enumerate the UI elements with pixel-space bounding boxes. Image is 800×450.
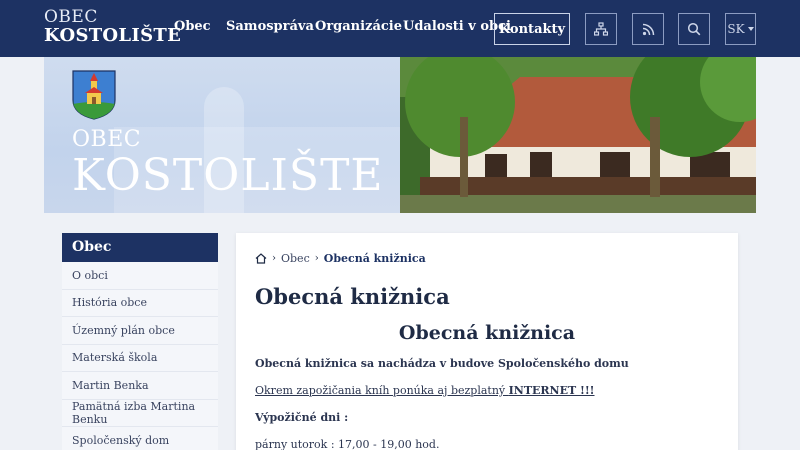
- home-icon[interactable]: [255, 253, 267, 264]
- hero-title-large: KOSTOLIŠTE: [72, 150, 384, 201]
- breadcrumb-separator-icon: ›: [272, 253, 276, 264]
- library-location-text: Obecná knižnica sa nachádza v budove Spo…: [255, 357, 629, 370]
- internet-offer-emphasis: INTERNET !!!: [508, 384, 595, 397]
- language-select[interactable]: SK: [725, 13, 756, 45]
- internet-offer-text: Okrem zapožičania kníh ponúka aj bezplat…: [255, 384, 595, 397]
- sidebar-item-martin-benka[interactable]: Martin Benka: [62, 372, 218, 400]
- lending-days-label: Výpožičné dni :: [255, 411, 349, 424]
- content-heading: Obecná knižnica: [398, 322, 576, 344]
- search-button[interactable]: [678, 13, 710, 45]
- sitemap-icon: [594, 22, 608, 36]
- sidebar-item-spolocensky-dom[interactable]: Spoločenský dom: [62, 427, 218, 450]
- coat-of-arms-icon: [72, 70, 116, 120]
- nav-samosprava[interactable]: Samospráva: [226, 19, 314, 34]
- sidebar-item-pamatna-izba[interactable]: Pamätná izba Martina Benku: [62, 399, 218, 427]
- top-navigation-bar: OBEC KOSTOLIŠTE Obec Samospráva Organizá…: [0, 0, 800, 57]
- search-icon: [687, 22, 701, 36]
- content-card: › Obec › Obecná knižnica Obecná knižnica…: [236, 233, 738, 450]
- internet-offer-lead: Okrem zapožičania kníh ponúka aj bezplat…: [255, 384, 509, 397]
- hero-title-small: OBEC: [72, 127, 142, 152]
- lending-hours-text: párny utorok : 17,00 - 19,00 hod.: [255, 438, 440, 450]
- language-value: SK: [727, 22, 745, 36]
- logo-line-1: OBEC: [44, 7, 98, 27]
- chevron-down-icon: [747, 27, 754, 31]
- breadcrumb: › Obec › Obecná knižnica: [255, 252, 426, 265]
- sidebar-item-historia-obce[interactable]: História obce: [62, 289, 218, 317]
- breadcrumb-separator-icon: ›: [314, 253, 319, 264]
- rss-button[interactable]: [632, 13, 664, 45]
- rss-icon: [642, 23, 654, 35]
- sidebar-item-materska-skola[interactable]: Materská škola: [62, 344, 218, 372]
- site-logo[interactable]: OBEC KOSTOLIŠTE: [44, 9, 181, 45]
- contacts-button[interactable]: Kontakty: [494, 13, 570, 45]
- sidebar-heading[interactable]: Obec: [62, 233, 218, 262]
- sidebar-item-uzemny-plan[interactable]: Územný plán obce: [62, 317, 218, 345]
- breadcrumb-current: Obecná knižnica: [323, 252, 426, 265]
- page-title: Obecná knižnica: [255, 284, 450, 309]
- sidebar-nav: Obec O obci História obce Územný plán ob…: [62, 233, 218, 450]
- village-house-photo: [400, 57, 756, 213]
- sidebar-item-o-obci[interactable]: O obci: [62, 262, 218, 290]
- nav-organizacie[interactable]: Organizácie: [315, 19, 402, 34]
- breadcrumb-parent[interactable]: Obec: [281, 252, 310, 265]
- logo-line-2: KOSTOLIŠTE: [44, 25, 182, 46]
- nav-obec[interactable]: Obec: [174, 19, 211, 34]
- sitemap-button[interactable]: [585, 13, 617, 45]
